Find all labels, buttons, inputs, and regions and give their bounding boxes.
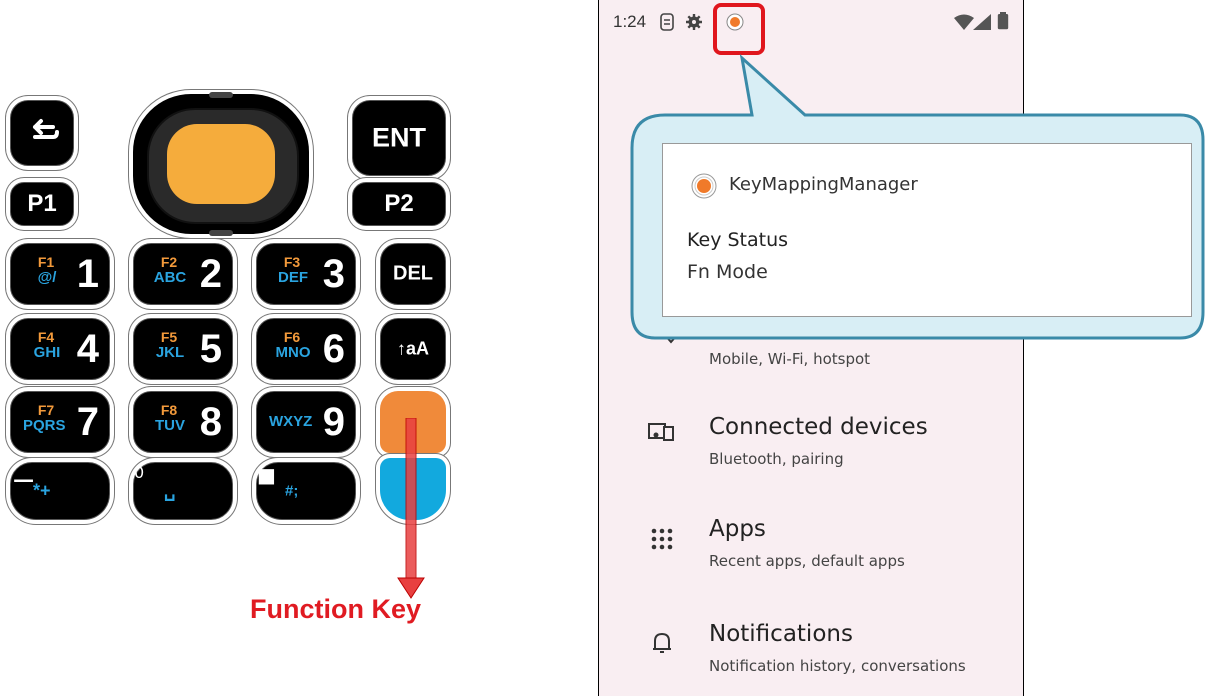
key-digit-label: 7 bbox=[76, 400, 99, 444]
del-key[interactable]: DEL bbox=[380, 243, 446, 305]
key-digit-label: ■ bbox=[257, 463, 276, 487]
p1-key-label: P1 bbox=[27, 190, 57, 217]
back-key[interactable] bbox=[10, 100, 74, 166]
apps-title: Apps bbox=[709, 516, 766, 542]
key-digit-label: 9 bbox=[322, 400, 345, 444]
key-alpha-label: ␣ bbox=[164, 480, 176, 501]
apps-icon bbox=[651, 528, 673, 550]
key-hash[interactable]: #; ■ bbox=[256, 462, 356, 520]
key-minus[interactable]: *+ − bbox=[10, 462, 110, 520]
key-alpha-label: JKL bbox=[155, 344, 185, 361]
connected-devices-title: Connected devices bbox=[709, 414, 928, 440]
key-fn-label: F7 bbox=[37, 402, 55, 418]
notification-text: Fn Mode bbox=[687, 261, 768, 283]
key-6[interactable]: F6 MNO 6 bbox=[256, 318, 356, 380]
key-digit-label: 0 bbox=[134, 463, 145, 482]
key-3[interactable]: F3 DEF 3 bbox=[256, 243, 356, 305]
sim-icon bbox=[660, 13, 674, 31]
key-1[interactable]: F1 @/ 1 bbox=[10, 243, 110, 305]
key-fn-label: F2 bbox=[160, 254, 178, 270]
key-alpha-label: ABC bbox=[153, 269, 187, 286]
settings-item-notifications[interactable]: Notifications Notification history, conv… bbox=[599, 605, 1023, 685]
notification-icon-highlight bbox=[713, 3, 765, 55]
key-7[interactable]: F7 PQRS 7 bbox=[10, 391, 110, 453]
p2-key[interactable]: P2 bbox=[352, 182, 446, 226]
notification-title: Key Status bbox=[687, 229, 789, 251]
shift-key[interactable]: ↑aA bbox=[380, 318, 446, 380]
key-fn-label: F8 bbox=[160, 402, 178, 418]
key-digit-label: 3 bbox=[322, 252, 345, 296]
settings-item-apps[interactable]: Apps Recent apps, default apps bbox=[599, 500, 1023, 580]
network-subtitle: Mobile, Wi-Fi, hotspot bbox=[709, 350, 871, 368]
notifications-title: Notifications bbox=[709, 621, 853, 647]
key-alpha-label: WXYZ bbox=[269, 413, 313, 430]
p2-key-label: P2 bbox=[384, 190, 414, 217]
p1-key[interactable]: P1 bbox=[10, 182, 74, 226]
key-fn-label: F1 bbox=[37, 254, 55, 270]
network-icon bbox=[663, 333, 679, 344]
keymapping-app-icon bbox=[691, 173, 717, 199]
settings-item-connected-devices[interactable]: Connected devices Bluetooth, pairing bbox=[599, 400, 1023, 476]
scan-key-bezel[interactable] bbox=[133, 92, 309, 236]
back-arrow-icon bbox=[33, 119, 59, 139]
wifi-icon bbox=[954, 14, 974, 30]
notification-card[interactable]: KeyMappingManager Key Status Fn Mode bbox=[662, 143, 1192, 317]
key-9[interactable]: WXYZ 9 bbox=[256, 391, 356, 453]
key-digit-label: 4 bbox=[76, 327, 99, 371]
function-key-caption: Function Key bbox=[250, 594, 422, 624]
notification-app-name: KeyMappingManager bbox=[729, 174, 918, 195]
del-key-label: DEL bbox=[393, 262, 433, 285]
key-4[interactable]: F4 GHI 4 bbox=[10, 318, 110, 380]
notifications-subtitle: Notification history, conversations bbox=[709, 657, 966, 675]
key-alpha-label: DEF bbox=[278, 269, 308, 286]
key-digit-label: 1 bbox=[76, 252, 99, 296]
key-alpha-label: @/ bbox=[37, 269, 57, 286]
key-alpha-label: #; bbox=[285, 482, 299, 500]
apps-subtitle: Recent apps, default apps bbox=[709, 552, 905, 570]
key-fn-label: F6 bbox=[283, 329, 301, 345]
shift-key-label: ↑aA bbox=[396, 338, 429, 359]
status-time: 1:24 bbox=[613, 12, 647, 31]
key-alpha-label: GHI bbox=[33, 344, 61, 361]
connected-devices-subtitle: Bluetooth, pairing bbox=[709, 450, 844, 468]
key-alpha-label: *+ bbox=[33, 480, 51, 501]
key-5[interactable]: F5 JKL 5 bbox=[133, 318, 233, 380]
connected-devices-icon bbox=[648, 423, 674, 441]
scan-button[interactable] bbox=[167, 124, 275, 204]
key-8[interactable]: F8 TUV 8 bbox=[133, 391, 233, 453]
signal-icon bbox=[973, 14, 991, 30]
ent-key[interactable]: ENT bbox=[352, 100, 446, 176]
key-digit-label: 8 bbox=[199, 400, 222, 444]
ent-key-label: ENT bbox=[372, 122, 426, 153]
key-fn-label: F3 bbox=[283, 254, 301, 270]
key-2[interactable]: F2 ABC 2 bbox=[133, 243, 233, 305]
key-alpha-label: TUV bbox=[155, 417, 185, 434]
gear-icon bbox=[686, 14, 702, 30]
key-alpha-label: PQRS bbox=[23, 417, 66, 434]
key-digit-label: 6 bbox=[322, 327, 345, 371]
battery-icon bbox=[997, 12, 1009, 30]
key-alpha-label: MNO bbox=[275, 344, 311, 361]
key-fn-label: F4 bbox=[37, 329, 55, 345]
bell-icon bbox=[653, 632, 671, 653]
phone-screen: 1:24 Mobile, Wi-Fi, hotspot Connected de… bbox=[598, 0, 1024, 696]
key-digit-label: 2 bbox=[199, 252, 222, 296]
key-fn-label: F5 bbox=[160, 329, 178, 345]
key-digit-label: 5 bbox=[199, 327, 222, 371]
key-0[interactable]: ␣ 0 bbox=[133, 462, 233, 520]
